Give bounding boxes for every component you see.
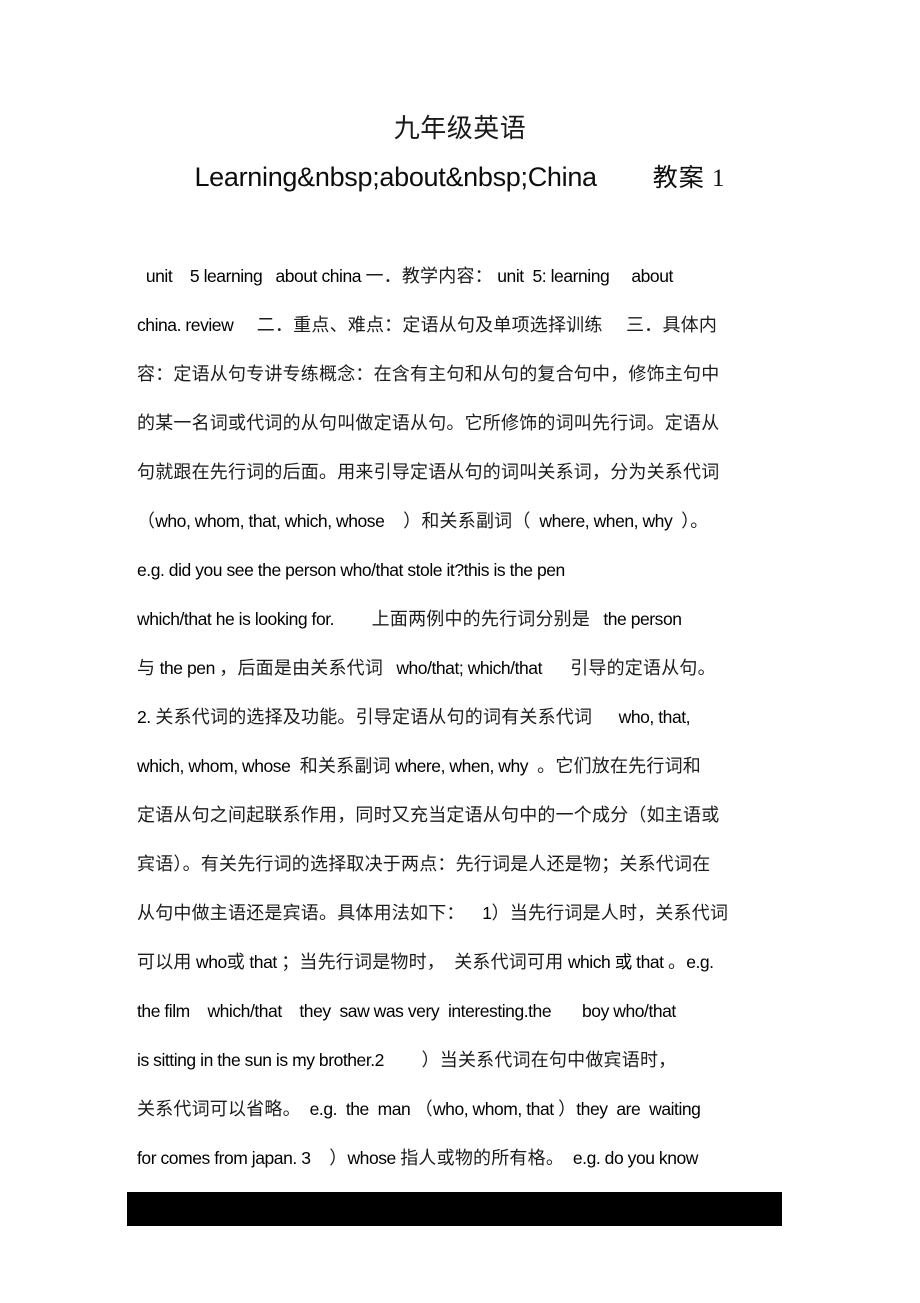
text-run-latin: unit 5 learning about china (137, 266, 366, 286)
text-line: 定语从句之间起联系作用，同时又充当定语从句中的一个成分（如主语或 (137, 791, 785, 840)
text-run-cjk: 。 (668, 952, 687, 972)
text-run-cjk: ） (558, 1099, 577, 1119)
text-run-cjk: （ (137, 511, 156, 531)
text-run-cjk: 从句中做主语还是宾语。具体用法如下： (137, 903, 465, 923)
text-line: 的某一名词或代词的从句叫做定语从句。它所修饰的词叫先行词。定语从 (137, 399, 785, 448)
text-run-cjk: 句就跟在先行词的后面。用来引导定语从句的词叫关系词，分为关系代词 (137, 462, 720, 482)
text-line: 2. 关系代词的选择及功能。引导定语从句的词有关系代词 who, that, (137, 693, 785, 742)
text-run-cjk: ）当先行词是人时，关系代词 (491, 903, 729, 923)
text-run-cjk: 关系代词可以省略。 (137, 1099, 301, 1119)
text-run-cjk: 指人或物的所有格。 (400, 1148, 565, 1168)
text-line: 容：定语从句专讲专练概念：在含有主句和从句的复合句中，修饰主句中 (137, 350, 785, 399)
text-run-cjk: 与 (137, 658, 156, 678)
text-line: which, whom, whose 和关系副词 where, when, wh… (137, 742, 785, 791)
text-line: 从句中做主语还是宾语。具体用法如下： 1）当先行词是人时，关系代词 (137, 889, 785, 938)
text-run-cjk: 引导的定语从句。 (542, 658, 716, 678)
text-run-cjk: 上面两例中的先行词分别是 (334, 609, 591, 629)
document-body: unit 5 learning about china 一．教学内容： unit… (137, 252, 785, 1183)
title-lesson-plan-number: 教案 1 (652, 165, 726, 192)
text-line: 宾语）。有关先行词的选择取决于两点：先行词是人还是物；关系代词在 (137, 840, 785, 889)
text-run-cjk: 。它们放在先行词和 (532, 756, 701, 776)
text-run-cjk: 可以用 (137, 952, 192, 972)
text-run-cjk: 二．重点、难点：定语从句及单项选择训练 三．具体内 (233, 315, 718, 335)
title-heading-cjk: 九年级英语 (393, 114, 527, 143)
text-run-latin: is sitting in the sun is my brother.2 (137, 1050, 384, 1070)
text-run-cjk: ） (310, 1148, 348, 1168)
text-line: is sitting in the sun is my brother.2 ）当… (137, 1036, 785, 1085)
text-run-cjk: 或 (226, 952, 245, 972)
text-line: 关系代词可以省略。 e.g. the man （who, whom, that … (137, 1085, 785, 1134)
text-run-latin: which, whom, whose (137, 756, 291, 776)
text-run-cjk: ）和关系副词（ (384, 511, 531, 531)
text-run-latin: which/that he is looking for. (137, 609, 335, 629)
text-run-latin: whose (347, 1148, 401, 1168)
text-run-latin: the pen (155, 658, 220, 678)
text-line: for comes from japan. 3 ）whose 指人或物的所有格。… (137, 1134, 785, 1183)
text-run-latin: who, that, (592, 707, 691, 727)
text-line: 句就跟在先行词的后面。用来引导定语从句的词叫关系词，分为关系代词 (137, 448, 785, 497)
document-title: 九年级英语 Learning&nbsp;about&nbsp;China 教案 … (0, 112, 920, 196)
text-run-latin: who, whom, that (432, 1099, 559, 1119)
text-run-latin: the film which/that they saw was very in… (137, 1001, 676, 1021)
text-run-latin: e.g. the man (300, 1099, 415, 1119)
text-run-latin: who/that; which/that (383, 658, 542, 678)
text-run-latin: for comes from japan. 3 (137, 1148, 311, 1168)
text-run-latin: who (191, 952, 227, 972)
text-run-cjk: ，后面是由关系代词 (219, 658, 384, 678)
text-run-cjk: ；当先行词是物时， 关系代词可用 (281, 952, 564, 972)
text-line: china. review 二．重点、难点：定语从句及单项选择训练 三．具体内 (137, 301, 785, 350)
text-run-latin: they are waiting (576, 1099, 701, 1119)
text-run-latin: which 或 that (563, 952, 668, 972)
text-run-latin: e.g. (686, 952, 714, 972)
title-latin-text: Learning&nbsp;about&nbsp;China (194, 162, 597, 192)
text-run-latin: e.g. do you know (564, 1148, 699, 1168)
text-line: 与 the pen ，后面是由关系代词 who/that; which/that… (137, 644, 785, 693)
text-run-cjk: 关系代词的选择及功能。引导定语从句的词有关系代词 (150, 707, 593, 727)
text-run-latin: china. review (137, 315, 234, 335)
text-run-cjk: （ (414, 1099, 433, 1119)
text-run-cjk: 和关系副词 (290, 756, 391, 776)
text-line: e.g. did you see the person who/that sto… (137, 546, 785, 595)
text-run-latin: 1 (464, 903, 492, 923)
text-run-cjk: ）当关系代词在句中做宾语时， (383, 1050, 677, 1070)
text-run-latin: the person (590, 609, 682, 629)
text-run-cjk: 容：定语从句专讲专练概念：在含有主句和从句的复合句中，修饰主句中 (137, 364, 720, 384)
text-run-latin: unit 5: learning about (492, 266, 673, 286)
text-run-latin: who, whom, that, which, whose (155, 511, 385, 531)
text-run-latin: where, when, why (390, 756, 533, 776)
text-run-cjk: 宾语）。有关先行词的选择取决于两点：先行词是人还是物；关系代词在 (137, 854, 711, 874)
redaction-bar (127, 1192, 782, 1226)
title-heading-main: Learning&nbsp;about&nbsp;China 教案 1 (0, 160, 920, 196)
text-run-cjk: ）。 (681, 511, 709, 531)
text-run-latin: e.g. did you see the person who/that sto… (137, 560, 565, 580)
text-line: the film which/that they saw was very in… (137, 987, 785, 1036)
text-line: which/that he is looking for. 上面两例中的先行词分… (137, 595, 785, 644)
document-page: 九年级英语 Learning&nbsp;about&nbsp;China 教案 … (0, 0, 920, 1303)
text-run-latin: 2. (137, 707, 151, 727)
text-run-cjk: 一．教学内容： (365, 266, 493, 286)
text-line: unit 5 learning about china 一．教学内容： unit… (137, 252, 785, 301)
text-line: （who, whom, that, which, whose ）和关系副词（ w… (137, 497, 785, 546)
text-run-latin: that (244, 952, 282, 972)
text-run-latin: where, when, why (530, 511, 682, 531)
text-run-cjk: 定语从句之间起联系作用，同时又充当定语从句中的一个成分（如主语或 (137, 805, 720, 825)
text-line: 可以用 who或 that ；当先行词是物时， 关系代词可用 which 或 t… (137, 938, 785, 987)
text-run-cjk: 的某一名词或代词的从句叫做定语从句。它所修饰的词叫先行词。定语从 (137, 413, 720, 433)
